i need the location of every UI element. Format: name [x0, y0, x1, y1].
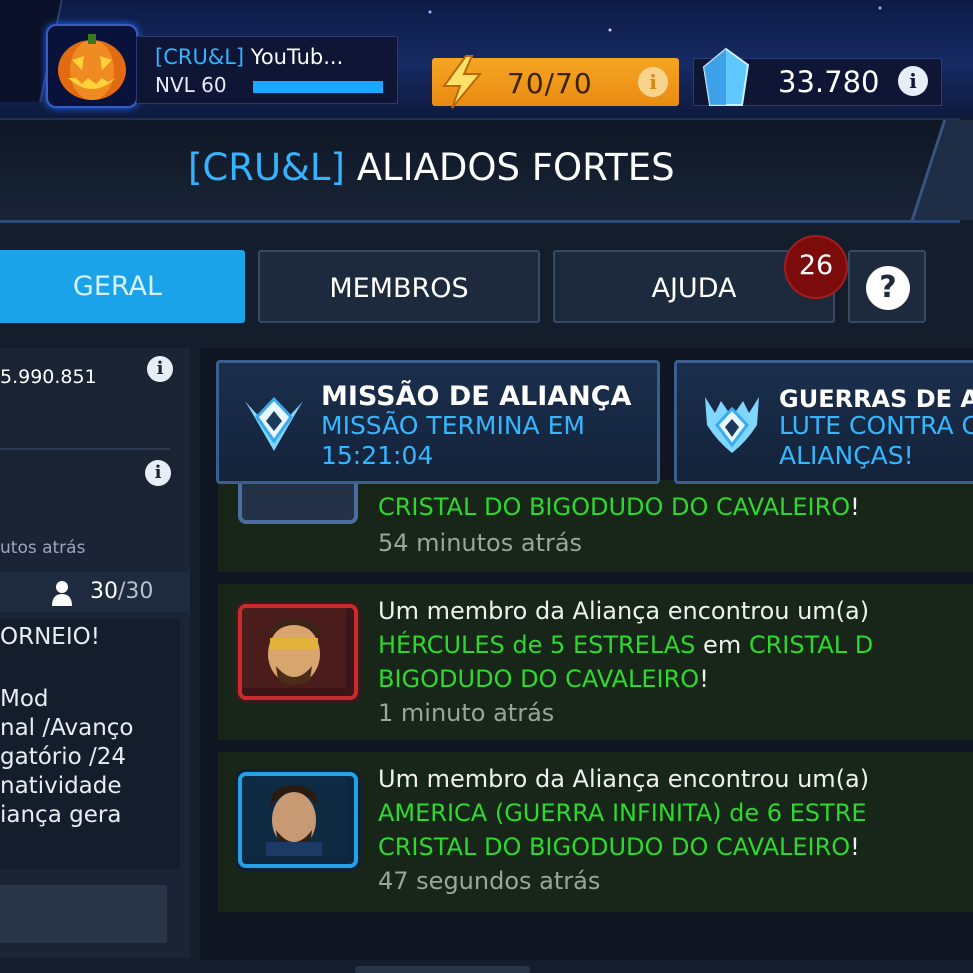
feed-time: 54 minutos atrás — [378, 529, 583, 557]
member-count-row: 30/30 — [0, 572, 190, 612]
feed-line: Um membro da Aliança encontrou um(a) — [378, 594, 873, 628]
alliance-title: [CRU&L] ALIADOS FORTES — [188, 146, 675, 189]
alliance-emblem-icon — [245, 396, 303, 451]
feed-line: CRISTAL DO BIGODUDO DO CAVALEIRO! — [378, 830, 869, 864]
feed-line: HÉRCULES de 5 ESTRELAS em CRISTAL D — [378, 628, 873, 662]
player-level: NVL 60 — [155, 73, 227, 97]
crystal-counter[interactable]: 33.780 i — [693, 47, 942, 106]
alliance-war-line: ALIANÇAS! — [779, 441, 914, 470]
member-count-total: /30 — [118, 579, 154, 604]
top-bar: [CRU&L] YouTub... NVL 60 70/70 i 33.780 … — [0, 0, 973, 118]
message-line: natividade — [0, 773, 122, 799]
hercules-portrait — [238, 604, 358, 700]
last-activity-time: utos atrás — [0, 538, 86, 558]
captain-america-portrait — [238, 772, 358, 868]
feed-highlight: CRISTAL DO BIGODUDO DO CAVALEIRO — [378, 833, 851, 861]
feed-message: Um membro da Aliança encontrou um(a) AME… — [378, 762, 869, 898]
feed-line: Um membro da Aliança encontrou um(a) — [378, 762, 869, 796]
alliance-war-subtitle: LUTE CONTRA C ALIANÇAS! — [779, 411, 973, 471]
message-line — [0, 650, 180, 678]
alliance-quest-title: MISSÃO DE ALIANÇA — [321, 381, 632, 412]
feed-highlight: AMERICA (GUERRA INFINITA) de 6 ESTRE — [378, 799, 867, 827]
feed-highlight: CRISTAL DO BIGODUDO DO CAVALEIRO — [378, 493, 851, 521]
message-line: nal /Avanço — [0, 715, 134, 741]
alliance-war-line: LUTE CONTRA C — [779, 411, 973, 440]
alliance-message: ORNEIO! Mod nal /Avanço gatório /24 nati… — [0, 618, 180, 870]
feed-text: ! — [699, 665, 709, 693]
player-tag: [CRU&L] — [155, 45, 245, 69]
message-line: ORNEIO! — [0, 624, 100, 650]
hercules-face-icon — [242, 608, 346, 688]
member-count: 30/30 — [90, 579, 153, 604]
xp-bar — [253, 81, 383, 93]
tab-geral[interactable]: GERAL — [0, 250, 245, 323]
feed-message: Um membro da Aliança encontrou um(a) HÉR… — [378, 594, 873, 730]
energy-meter[interactable]: 70/70 i — [432, 55, 679, 109]
rating-info-icon[interactable]: i — [147, 356, 173, 382]
feed-highlight: CRISTAL D — [748, 631, 874, 659]
xp-bar-fill — [253, 81, 383, 93]
member-count-current: 30 — [90, 579, 118, 604]
alliance-quest-timer: 15:21:04 — [321, 441, 434, 470]
feed-line: AMERICA (GUERRA INFINITA) de 6 ESTRE — [378, 796, 869, 830]
alliance-quest-label: MISSÃO TERMINA EM — [321, 411, 585, 440]
edit-message-button[interactable] — [0, 885, 167, 943]
player-info[interactable]: [CRU&L] YouTub... NVL 60 — [136, 36, 398, 104]
player-name: [CRU&L] YouTub... — [155, 45, 343, 69]
feed-line: BIGODUDO DO CAVALEIRO! — [378, 662, 873, 696]
details-info-icon[interactable]: i — [145, 460, 171, 486]
energy-value: 70/70 — [507, 67, 593, 100]
player-avatar[interactable] — [46, 24, 138, 108]
feed-text: em — [695, 631, 749, 659]
crystal-icon — [702, 47, 750, 106]
alliance-rating-value: 5.990.851 — [0, 366, 97, 388]
alliance-tag: [CRU&L] — [188, 146, 345, 189]
message-line: gatório /24 — [0, 744, 127, 770]
crystal-info-icon[interactable]: i — [898, 66, 928, 96]
feed-text: Um membro da Aliança encontrou um(a) — [378, 765, 870, 793]
captain-america-face-icon — [242, 776, 346, 856]
alliance-quest-subtitle: MISSÃO TERMINA EM 15:21:04 — [321, 411, 585, 471]
alliance-war-card[interactable]: GUERRAS DE A LUTE CONTRA C ALIANÇAS! — [674, 360, 973, 484]
message-line: Mod — [0, 686, 49, 712]
lightning-icon — [442, 55, 483, 109]
question-icon: ? — [866, 266, 910, 310]
feed-message: CRISTAL DO BIGODUDO DO CAVALEIRO! — [378, 490, 860, 524]
feed-text: ! — [850, 493, 860, 521]
help-button[interactable]: ? — [848, 250, 926, 323]
help-count-badge: 26 — [784, 235, 848, 299]
feed-item: CRISTAL DO BIGODUDO DO CAVALEIRO! 54 min… — [218, 428, 973, 572]
pumpkin-icon — [58, 34, 126, 100]
divider — [0, 448, 170, 450]
alliance-war-icon — [705, 397, 759, 453]
crystal-value: 33.780 — [778, 65, 880, 99]
header-decoration — [910, 120, 973, 220]
tab-membros[interactable]: MEMBROS — [258, 250, 540, 323]
feed-item: Um membro da Aliança encontrou um(a) AME… — [218, 752, 973, 912]
feed-highlight: HÉRCULES de 5 ESTRELAS — [378, 631, 696, 659]
scroll-indicator[interactable] — [355, 966, 530, 973]
feed-item: Um membro da Aliança encontrou um(a) HÉR… — [218, 584, 973, 740]
alliance-war-title: GUERRAS DE A — [779, 385, 973, 413]
feed-text: ! — [850, 833, 860, 861]
feed-time: 1 minuto atrás — [378, 699, 555, 727]
message-line: iança gera — [0, 802, 122, 828]
feed-time: 47 segundos atrás — [378, 867, 601, 895]
player-name-text: YouTub... — [250, 45, 344, 69]
person-icon — [52, 581, 72, 606]
alliance-header: [CRU&L] ALIADOS FORTES — [0, 118, 973, 223]
alliance-feed-panel: CRISTAL DO BIGODUDO DO CAVALEIRO! 54 min… — [200, 348, 973, 960]
alliance-name: ALIADOS FORTES — [356, 146, 675, 189]
alliance-info-panel: 5.990.851 i i utos atrás 30/30 ORNEIO! M… — [0, 348, 190, 958]
alliance-quest-card[interactable]: MISSÃO DE ALIANÇA MISSÃO TERMINA EM 15:2… — [216, 360, 660, 484]
feed-highlight: BIGODUDO DO CAVALEIRO — [378, 665, 700, 693]
feed-text: Um membro da Aliança encontrou um(a) — [378, 597, 870, 625]
energy-info-icon[interactable]: i — [638, 67, 668, 97]
